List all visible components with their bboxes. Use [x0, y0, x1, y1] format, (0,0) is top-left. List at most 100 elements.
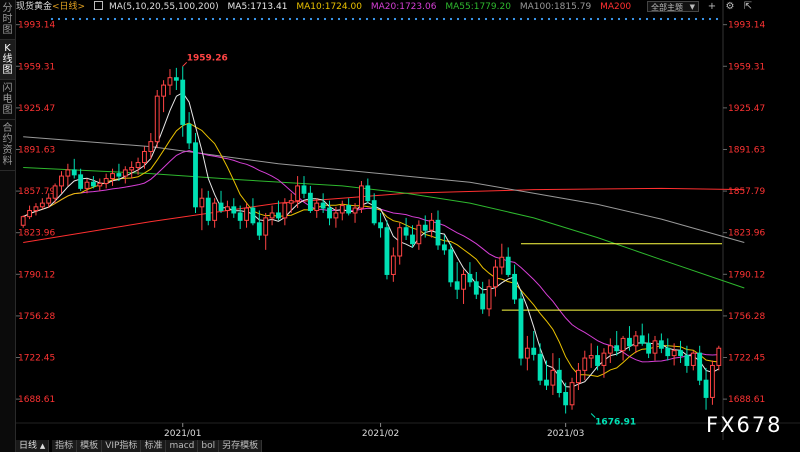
- candle-body: [416, 224, 422, 245]
- top-dot-marker: [134, 17, 138, 21]
- top-dot-marker: [239, 17, 243, 21]
- top-dot-marker: [477, 17, 481, 21]
- top-dot-marker: [421, 17, 425, 21]
- candle-body: [575, 369, 581, 384]
- top-dot-marker: [92, 17, 96, 21]
- period-selector-label: 日线: [19, 441, 38, 451]
- top-dot-marker: [316, 17, 320, 21]
- top-dot-marker: [162, 17, 166, 21]
- candle-body: [199, 197, 205, 208]
- top-dot-marker: [575, 17, 579, 21]
- top-dot-marker: [295, 17, 299, 21]
- candle-body: [71, 169, 77, 176]
- candle-body: [346, 205, 352, 214]
- top-dot-marker: [288, 17, 292, 21]
- bottom-tab-4[interactable]: macd: [166, 440, 199, 452]
- y-tick-label-left: 1722.45: [18, 354, 55, 364]
- candle-body: [582, 357, 588, 371]
- candle-body: [129, 166, 135, 171]
- top-dot-marker: [358, 17, 362, 21]
- top-dot-marker: [596, 17, 600, 21]
- candle-body: [218, 202, 224, 212]
- candle-body: [710, 364, 715, 398]
- top-dot-marker: [302, 17, 306, 21]
- y-tick-label-right: 1790.12: [728, 270, 765, 280]
- x-tick-label: 2021/01: [164, 429, 201, 439]
- top-dot-marker: [274, 17, 278, 21]
- candle-body: [556, 369, 562, 393]
- top-dot-marker: [435, 17, 439, 21]
- top-dot-marker: [680, 17, 684, 21]
- top-dot-marker: [582, 17, 586, 21]
- candle-body: [161, 84, 167, 97]
- candle-body: [524, 347, 530, 359]
- bottom-tab-2[interactable]: VIP指标: [102, 440, 142, 452]
- top-dot-marker: [246, 17, 250, 21]
- candle-body: [135, 162, 141, 168]
- side-tab-2[interactable]: 闪电图: [0, 80, 15, 120]
- top-dot-marker: [260, 17, 264, 21]
- top-dot-marker: [659, 17, 663, 21]
- x-tick-label: 2021/03: [547, 429, 584, 439]
- candle-body: [39, 202, 45, 208]
- candle-body: [378, 222, 383, 229]
- candle-body: [480, 293, 486, 310]
- candle-body: [448, 249, 454, 283]
- y-tick-label-right: 1925.47: [728, 104, 765, 114]
- candle-body: [180, 79, 186, 125]
- candle-body: [288, 200, 294, 204]
- candle-body: [595, 355, 600, 366]
- candle-body: [59, 175, 64, 187]
- top-dot-marker: [442, 17, 446, 21]
- candle-body: [142, 150, 147, 164]
- bottom-tab-0[interactable]: 指标: [52, 440, 78, 452]
- top-dot-marker: [701, 17, 705, 21]
- top-dot-marker: [414, 17, 418, 21]
- top-dot-marker: [463, 17, 467, 21]
- top-dot-marker: [323, 17, 327, 21]
- top-dot-marker: [155, 17, 159, 21]
- candle-body: [327, 207, 332, 219]
- top-dot-marker: [540, 17, 544, 21]
- side-tab-1[interactable]: K线图: [0, 40, 15, 80]
- candle-body: [333, 212, 339, 219]
- top-dot-marker: [624, 17, 628, 21]
- top-dot-marker: [232, 17, 236, 21]
- candlestick-chart[interactable]: 1993.14 1993.14 1959.31 1959.31 1925.47 1925.…: [16, 0, 800, 440]
- y-tick-label-right: 1857.79: [728, 187, 765, 197]
- top-dot-marker: [190, 17, 194, 21]
- top-dot-marker: [337, 17, 341, 21]
- side-tab-0[interactable]: 分时图: [0, 0, 15, 40]
- top-dot-marker: [631, 17, 635, 21]
- candle-body: [154, 95, 160, 143]
- top-dot-marker: [253, 17, 257, 21]
- side-tab-3[interactable]: 合约资料: [0, 120, 15, 171]
- candle-body: [110, 173, 115, 180]
- candle-body: [276, 212, 281, 219]
- candle-body: [646, 342, 652, 354]
- candle-body: [244, 207, 249, 221]
- bottom-tab-5[interactable]: bol: [198, 440, 220, 452]
- period-selector[interactable]: 日线 ▲: [16, 440, 50, 452]
- top-dot-marker: [610, 17, 614, 21]
- top-dot-marker: [218, 17, 222, 21]
- candle-body: [607, 345, 613, 354]
- candle-body: [512, 273, 518, 300]
- candle-body: [697, 352, 703, 381]
- top-dot-marker: [281, 17, 285, 21]
- top-dot-marker: [71, 17, 75, 21]
- top-dot-marker: [554, 17, 558, 21]
- top-dot-marker: [603, 17, 607, 21]
- candle-body: [684, 355, 690, 366]
- bottom-tab-6[interactable]: 另存模板: [219, 440, 263, 452]
- candle-body: [678, 350, 683, 357]
- candle-body: [103, 178, 109, 184]
- bottom-tab-1[interactable]: 模板: [77, 440, 103, 452]
- candle-body: [97, 182, 103, 187]
- candle-body: [301, 185, 307, 194]
- top-dot-marker: [106, 17, 110, 21]
- top-dot-marker: [386, 17, 390, 21]
- candle-body: [193, 142, 198, 208]
- y-tick-label-right: 1688.61: [728, 395, 765, 405]
- bottom-tab-3[interactable]: 标准: [141, 440, 167, 452]
